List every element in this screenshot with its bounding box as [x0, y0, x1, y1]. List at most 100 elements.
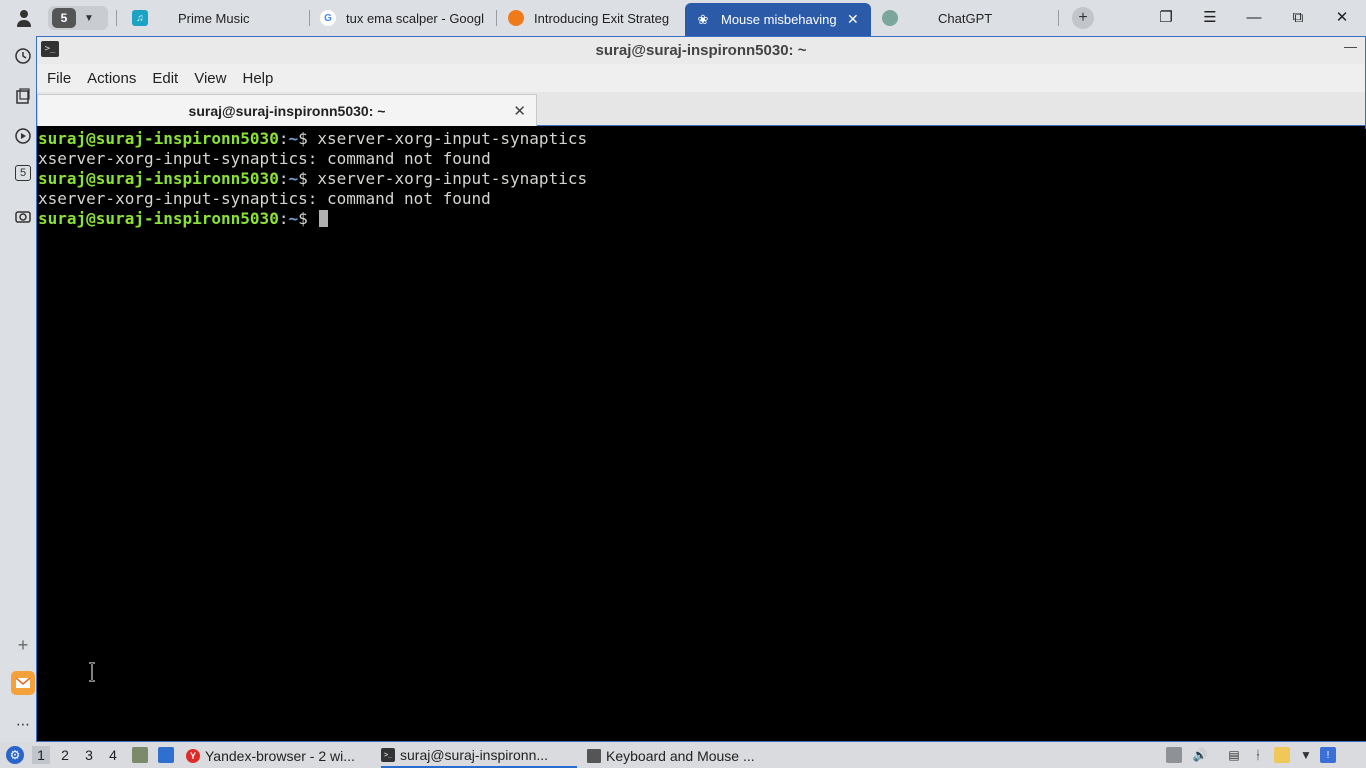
tab-chatgpt[interactable]: ChatGPT [882, 4, 1052, 32]
terminal-output[interactable]: suraj@suraj-inspironn5030:~$ xserver-xor… [37, 129, 1366, 741]
tab-count-button[interactable]: 5 ▼ [48, 6, 108, 30]
task-label: Yandex-browser - 2 wi... [205, 748, 355, 764]
yandex-icon: Y [186, 749, 200, 763]
workspace-4[interactable]: 4 [104, 746, 122, 764]
google-icon: G [320, 10, 336, 26]
menu-icon[interactable]: ☰ [1200, 8, 1220, 28]
task-yandex-browser[interactable]: Y Yandex-browser - 2 wi... [186, 744, 355, 768]
minimize-icon[interactable]: — [1244, 8, 1264, 28]
prompt-char: $ [298, 129, 318, 148]
tux-forum-icon: ❀ [697, 11, 709, 27]
keyboard-icon [587, 749, 601, 763]
tab-title: Prime Music [178, 10, 250, 26]
tab-separator [309, 10, 310, 26]
notifications-badge[interactable]: 5 [15, 165, 31, 181]
tab-title: Introducing Exit Strateg [534, 10, 670, 26]
text-cursor-pointer [88, 662, 96, 682]
tab-title: Mouse misbehaving i [721, 12, 841, 27]
prompt-char: $ [298, 169, 318, 188]
collections-icon[interactable] [12, 85, 34, 107]
more-icon[interactable]: ⋯ [12, 713, 34, 735]
output-text: xserver-xorg-input-synaptics: command no… [38, 189, 491, 208]
volume-icon[interactable]: 🔊 [1192, 747, 1208, 763]
browser-tab-strip: 5 ▼ ♫ Prime Music G tux ema scalper - Go… [0, 0, 1366, 36]
prompt-line: suraj@suraj-inspironn5030:~$ xserver-xor… [38, 129, 1366, 149]
clipboard-icon[interactable]: ▤ [1226, 747, 1242, 763]
chatgpt-icon [882, 10, 898, 26]
tab-separator [1058, 10, 1059, 26]
task-keyboard-mouse[interactable]: Keyboard and Mouse ... [587, 744, 755, 768]
chevron-down-icon: ▼ [84, 12, 94, 24]
workspace-3[interactable]: 3 [80, 746, 98, 764]
terminal-tab-label: suraj@suraj-inspironn5030: ~ [188, 102, 386, 119]
taskbar: ⚙ 1 2 3 4 Y Yandex-browser - 2 wi... >_ … [0, 742, 1366, 768]
bluetooth-icon[interactable]: ᛂ [1250, 747, 1266, 763]
terminal-menubar: File Actions Edit View Help [37, 64, 1365, 92]
play-icon[interactable] [12, 125, 34, 147]
output-line: xserver-xorg-input-synaptics: command no… [38, 189, 1366, 209]
prompt-line: suraj@suraj-inspironn5030:~$ xserver-xor… [38, 169, 1366, 189]
prompt-char: $ [298, 209, 318, 228]
restore-icon[interactable]: ⧉ [1288, 8, 1308, 28]
workspace-2[interactable]: 2 [56, 746, 74, 764]
workspace-1[interactable]: 1 [32, 746, 50, 764]
tab-count-badge: 5 [52, 8, 76, 28]
tab-separator [496, 10, 497, 26]
menu-view[interactable]: View [186, 70, 234, 87]
show-desktop-icon[interactable] [158, 747, 174, 763]
menu-file[interactable]: File [39, 70, 79, 87]
profile-icon[interactable] [12, 6, 36, 30]
notification-icon[interactable]: ! [1320, 747, 1336, 763]
terminal-icon: >_ [41, 41, 59, 57]
terminal-cursor [319, 210, 329, 227]
browser-sidebar: 5 + ⋯ [0, 36, 36, 742]
new-tab-button[interactable]: + [1072, 7, 1094, 29]
terminal-window: >_ suraj@suraj-inspironn5030: ~ — File A… [36, 36, 1366, 742]
menu-help[interactable]: Help [234, 70, 281, 87]
mail-icon[interactable] [11, 671, 35, 695]
task-terminal[interactable]: >_ suraj@suraj-inspironn... [381, 744, 577, 768]
lock-icon[interactable] [1166, 747, 1182, 763]
add-panel-icon[interactable]: + [12, 634, 34, 656]
terminal-tab-bar: suraj@suraj-inspironn5030: ~ ✕ [37, 92, 1365, 126]
prompt-line: suraj@suraj-inspironn5030:~$ [38, 209, 1366, 229]
bookmarks-icon[interactable]: ❐ [1156, 8, 1176, 28]
prompt-user-host: suraj@suraj-inspironn5030 [38, 169, 279, 188]
command-text: xserver-xorg-input-synaptics [317, 169, 588, 188]
wifi-icon[interactable]: ▼ [1298, 747, 1314, 763]
terminal-icon: >_ [381, 748, 395, 762]
task-label: suraj@suraj-inspironn... [400, 747, 549, 763]
prime-music-icon: ♫ [132, 10, 148, 26]
output-text: xserver-xorg-input-synaptics: command no… [38, 149, 491, 168]
menu-edit[interactable]: Edit [144, 70, 186, 87]
tab-mouse-misbehaving[interactable]: ❀ Mouse misbehaving i ✕ [685, 3, 871, 36]
folder-icon[interactable] [1274, 747, 1290, 763]
tab-exit-strategy[interactable]: Introducing Exit Strateg [508, 4, 674, 32]
prompt-user-host: suraj@suraj-inspironn5030 [38, 129, 279, 148]
tab-title: tux ema scalper - Googl [346, 10, 485, 26]
file-manager-icon[interactable] [132, 747, 148, 763]
screenshot-icon[interactable] [12, 205, 34, 227]
history-icon[interactable] [12, 45, 34, 67]
prompt-path: ~ [288, 129, 299, 148]
prompt-path: ~ [288, 169, 299, 188]
terminal-tab[interactable]: suraj@suraj-inspironn5030: ~ ✕ [37, 94, 537, 126]
minimize-icon[interactable]: — [1344, 39, 1357, 54]
tab-separator [116, 10, 117, 26]
menu-actions[interactable]: Actions [79, 70, 144, 87]
tab-google-search[interactable]: G tux ema scalper - Googl [320, 4, 485, 32]
terminal-titlebar[interactable]: >_ suraj@suraj-inspironn5030: ~ — [37, 37, 1365, 64]
tab-prime-music[interactable]: ♫ Prime Music [132, 4, 302, 32]
close-icon[interactable]: ✕ [1332, 8, 1352, 28]
start-menu-icon[interactable]: ⚙ [6, 746, 24, 764]
command-text: xserver-xorg-input-synaptics [317, 129, 588, 148]
site-logo-icon [508, 10, 524, 26]
task-label: Keyboard and Mouse ... [606, 748, 755, 764]
output-line: xserver-xorg-input-synaptics: command no… [38, 149, 1366, 169]
tab-title: ChatGPT [938, 10, 993, 26]
prompt-path: ~ [288, 209, 299, 228]
close-tab-icon[interactable]: ✕ [847, 11, 859, 28]
close-tab-icon[interactable]: ✕ [513, 102, 526, 120]
window-title: suraj@suraj-inspironn5030: ~ [595, 42, 807, 59]
prompt-user-host: suraj@suraj-inspironn5030 [38, 209, 279, 228]
